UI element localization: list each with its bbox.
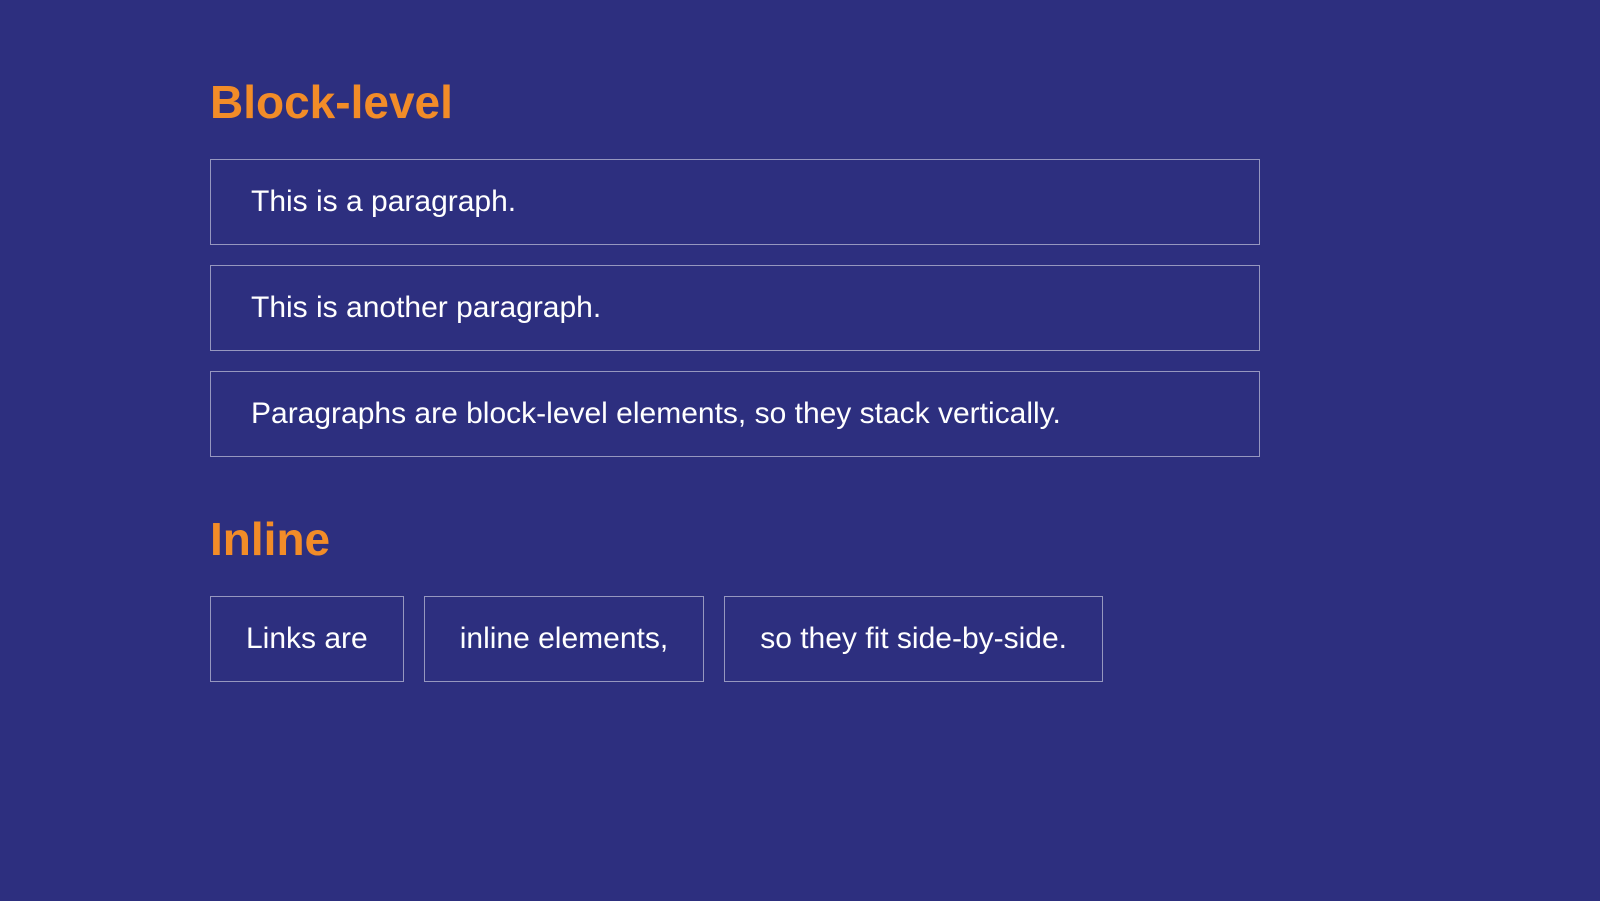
block-level-section: Block-level This is a paragraph. This is… — [210, 75, 1390, 457]
inline-item-1: Links are — [210, 596, 404, 682]
block-paragraph-2: This is another paragraph. — [210, 265, 1260, 351]
inline-section: Inline Links are inline elements, so the… — [210, 512, 1390, 682]
inline-container: Links are inline elements, so they fit s… — [210, 596, 1390, 682]
block-level-heading: Block-level — [210, 75, 1390, 129]
block-paragraph-3: Paragraphs are block-level elements, so … — [210, 371, 1260, 457]
inline-heading: Inline — [210, 512, 1390, 566]
inline-item-2: inline elements, — [424, 596, 704, 682]
block-paragraph-1: This is a paragraph. — [210, 159, 1260, 245]
inline-item-3: so they fit side-by-side. — [724, 596, 1103, 682]
